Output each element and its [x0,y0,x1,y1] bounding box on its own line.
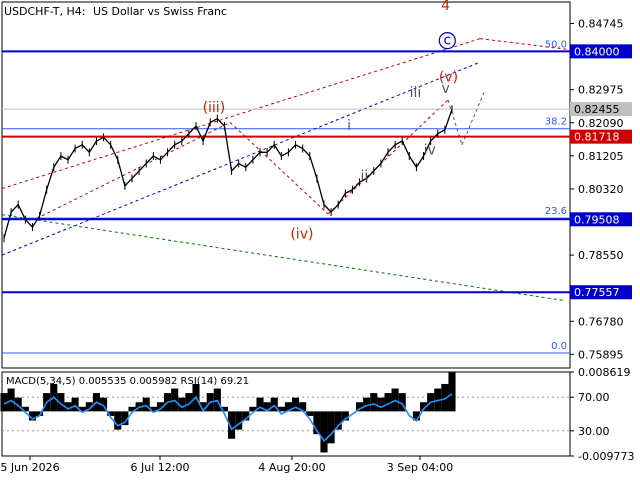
macd-bar [448,372,456,412]
chart-symbol: USDCHF-T, H4: [4,5,86,18]
y-tick-label: 0.78550 [578,249,624,262]
chart-header: USDCHF-T, H4: US Dollar vs Swiss Franc [4,5,227,18]
x-tick-label: 3 Sep 04:00 [387,461,453,474]
y-tick-label: 0.81205 [578,150,624,163]
wave-label: ii [360,168,368,184]
level-label: 0.79508 [574,213,620,226]
macd-bar [370,393,378,412]
macd-bar [71,397,79,412]
macd-bar [114,411,122,430]
level-label: 0.84000 [574,45,620,58]
fib-level-label: 23.6 [545,206,567,217]
wave-label: 4 [441,0,450,14]
wave-label: v [441,81,449,97]
indicator-legend: MACD(5,34,5) 0.005535 0.005982 RSI(14) 6… [6,376,249,387]
macd-bar [377,397,385,412]
indicator-y-tick-label: -0.009773 [578,450,634,463]
channel-upper-red [1,38,481,190]
x-tick-label: 6 Jul 12:00 [131,461,190,474]
level-label: 0.81718 [574,131,620,144]
fib-level-label: 0.0 [551,341,567,352]
x-tick-label: 5 Jun 2026 [0,461,59,474]
main-panel-frame [1,1,571,369]
macd-bar [142,397,150,412]
chart-description: US Dollar vs Swiss Franc [92,5,228,18]
indicator-y-tick-label: 70.00 [578,391,610,404]
y-tick-label: 0.82090 [578,117,624,130]
y-tick-label: 0.80320 [578,183,624,196]
price-series [3,105,453,243]
macd-bar [235,411,243,430]
y-tick-label: 0.82975 [578,84,624,97]
current-price-label: 0.82455 [574,103,620,116]
macd-bar [320,411,328,453]
wave-label: (iii) [203,100,226,116]
indicator-y-tick-label: 0.008619 [578,366,631,379]
y-tick-label: 0.84745 [578,17,624,30]
level-label: 0.77557 [574,286,620,299]
chart-canvas[interactable]: 0.847450.829750.820900.812050.803200.794… [0,0,640,480]
macd-bar [327,411,335,444]
indicator-y-tick-label: 30.00 [578,425,610,438]
fib-level-label: 38.2 [545,117,567,128]
y-tick-label: 0.76780 [578,315,624,328]
trendline-green [1,214,566,302]
x-tick-label: 4 Aug 20:00 [258,461,325,474]
wave-label: (iv) [290,226,313,242]
wave-label: iv [424,143,436,159]
wave-label: c [443,33,451,49]
wave-label: i [347,118,351,134]
wave-label: iii [410,85,422,101]
wave-path-gray-iv [447,99,463,145]
y-tick-label: 0.75895 [578,348,624,361]
